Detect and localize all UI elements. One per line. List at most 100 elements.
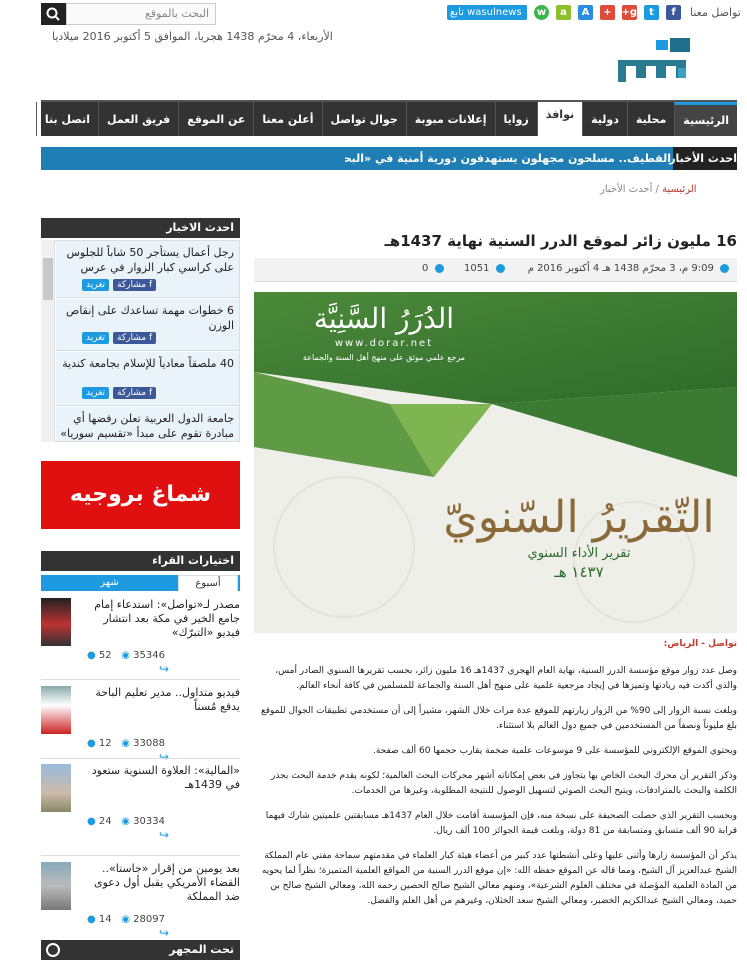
pick-views: 33088: [133, 738, 165, 749]
breaking-news-ticker[interactable]: القطيف.. مسلحون مجهلون يستهدفون دورية أم…: [345, 147, 671, 170]
search-icon: [46, 7, 60, 21]
share-buttons: f مشاركة تغريد: [82, 279, 157, 291]
nav-team[interactable]: فريق العمل: [98, 102, 178, 136]
current-date: الأربعاء، 4 محرّم 1438 هجريا، الموافق 5 …: [52, 30, 333, 43]
twitter-follow-button[interactable]: تابع wasulnews: [447, 5, 527, 20]
android-icon[interactable]: a: [556, 5, 571, 20]
pick-thumbnail[interactable]: [41, 686, 71, 734]
search-button[interactable]: [41, 3, 66, 25]
nav-home[interactable]: الرئيسية: [674, 102, 737, 136]
pick-stats: 30334 ◉ 24 ●: [87, 816, 165, 827]
list-item[interactable]: 40 ملصقاً معادياً للإسلام بجامعة كندية f…: [56, 352, 239, 406]
nav-about[interactable]: عن الموقع: [178, 102, 253, 136]
hero-brand-name: الدُرَرُ السَّنِيَّة: [313, 302, 455, 335]
app-store-icon[interactable]: A: [578, 5, 593, 20]
share-icon[interactable]: ↪: [159, 662, 169, 676]
tweet-button[interactable]: تغريد: [82, 279, 110, 291]
article-views: 1051: [464, 263, 505, 274]
divider: [41, 758, 240, 759]
target-icon: [46, 943, 60, 957]
nav-contact[interactable]: اتصل بنا: [35, 102, 98, 136]
share-buttons: f مشاركة تغريد: [82, 387, 157, 399]
tab-month[interactable]: شهر: [41, 575, 178, 591]
share-icon[interactable]: ↪: [159, 828, 169, 842]
breaking-news-label: احدث الأخبار: [669, 147, 737, 170]
latest-news-title[interactable]: جامعة الدول العربية تعلن رفضها أي مبادرة…: [60, 411, 234, 441]
list-item[interactable]: مصدر لـ«تواصل»: استدعاء إمام جامع الخير …: [41, 598, 240, 676]
article-meta: 9:09 م، 3 محرّم 1438 هـ 4 أكتوبر 2016 م …: [254, 258, 737, 282]
breadcrumb-separator: /: [655, 184, 659, 195]
nav-windows[interactable]: نوافذ: [536, 102, 583, 136]
latest-news-heading: احدث الاخبار: [41, 218, 240, 238]
article-date: 3 محرّم 1438 هـ 4 أكتوبر 2016 م: [527, 263, 676, 274]
list-item[interactable]: رجل أعمال يستأجر 50 شاباً للجلوس على كرا…: [56, 241, 239, 298]
tab-week[interactable]: أسبوع: [178, 575, 238, 591]
pick-thumbnail[interactable]: [41, 862, 71, 910]
reader-picks-heading: اختيارات القراء: [41, 551, 240, 571]
facebook-share-button[interactable]: f مشاركة: [113, 387, 157, 399]
twitter-icon[interactable]: t: [644, 5, 659, 20]
pick-thumbnail[interactable]: [41, 598, 71, 646]
comment-icon: [434, 263, 444, 273]
pick-title[interactable]: بعد يومين من إقرار «جاستا».. القضاء الأم…: [80, 862, 240, 904]
scrollbar-thumb[interactable]: [43, 258, 53, 300]
article-paragraph: يذكر أن المؤسسة زارها وأثنى عليها وعلى أ…: [261, 851, 737, 906]
site-logo[interactable]: [612, 36, 694, 88]
article-paragraph: ويحتوي الموقع الإلكتروني للمؤسسة على 9 م…: [372, 746, 737, 756]
list-item[interactable]: جامعة الدول العربية تعلن رفضها أي مبادرة…: [56, 407, 239, 441]
latest-news-title[interactable]: 40 ملصقاً معادياً للإسلام بجامعة كندية: [60, 356, 234, 386]
breadcrumb-home[interactable]: الرئيسية: [662, 184, 696, 195]
tweet-button[interactable]: تغريد: [82, 387, 110, 399]
nav-advertise[interactable]: أعلن معنا: [253, 102, 321, 136]
article-comments-count: 0: [422, 263, 429, 274]
article-comments: 0: [422, 263, 444, 274]
pick-title[interactable]: فيديو متداول.. مدير تعليم الباحة يدفع مُ…: [80, 686, 240, 728]
twitter-handle: wasulnews: [467, 7, 522, 18]
hero-brand: الدُرَرُ السَّنِيَّة www.dorar.net مرجع …: [289, 300, 479, 362]
divider: [41, 855, 240, 856]
latest-news-title[interactable]: رجل أعمال يستأجر 50 شاباً للجلوس على كرا…: [60, 245, 235, 275]
facebook-icon[interactable]: f: [666, 5, 681, 20]
article-title: 16 مليون زائر لموقع الدرر السنية نهاية 1…: [384, 232, 737, 250]
search-input[interactable]: البحث بالموقع: [66, 3, 216, 25]
article-views-count: 1051: [464, 263, 490, 274]
comment-icon: ●: [87, 650, 96, 661]
list-item[interactable]: «المالية»: العلاوة السنوية ستعود في 1439…: [41, 764, 240, 842]
article-source: تواصل - الرياض:: [663, 639, 737, 649]
pick-stats: 28097 ◉ 14 ●: [87, 914, 165, 925]
share-icon[interactable]: ↪: [159, 750, 169, 764]
eye-icon: ◉: [121, 914, 130, 925]
nav-classifieds[interactable]: إعلانات مبوبة: [405, 102, 495, 136]
pick-comments: 12: [98, 738, 112, 749]
facebook-share-button[interactable]: f مشاركة: [113, 332, 157, 344]
googleplus-share-icon[interactable]: +: [600, 5, 615, 20]
nav-columns[interactable]: زوايا: [494, 102, 537, 136]
hero-report-year: ١٤٣٧ هـ: [554, 563, 604, 581]
pick-title[interactable]: «المالية»: العلاوة السنوية ستعود في 1439…: [80, 764, 240, 806]
hero-brand-tagline: مرجع علمي موثق على منهج أهل السنة والجما…: [302, 353, 466, 362]
article-paragraph: وبلغت نسبة الزوار إلى 90% من الزوار زيار…: [260, 706, 737, 731]
article-paragraph: وذكر التقرير أن محرك البحث الخاص بها يتج…: [271, 771, 737, 796]
article-datetime: 9:09 م، 3 محرّم 1438 هـ 4 أكتوبر 2016 م: [528, 263, 729, 274]
pick-thumbnail[interactable]: [41, 764, 71, 812]
ad-text: شماغ بروجيه: [69, 482, 212, 507]
clock-icon: [720, 263, 729, 273]
comment-icon: ●: [87, 914, 96, 925]
whatsapp-icon[interactable]: w: [534, 5, 549, 20]
breadcrumb-current[interactable]: أحدث الأخبار: [600, 184, 652, 195]
tweet-button[interactable]: تغريد: [82, 332, 110, 344]
article-paragraph: وبحسب التقرير الذي حصلت الصحيفة على نسخة…: [265, 811, 737, 836]
pick-title[interactable]: مصدر لـ«تواصل»: استدعاء إمام جامع الخير …: [80, 598, 240, 640]
share-icon[interactable]: ↪: [159, 926, 169, 940]
google-plus-icon[interactable]: g+: [621, 5, 637, 20]
latest-news-title[interactable]: 6 خطوات مهمة تساعدك على إنقاص الوزن: [60, 303, 234, 333]
list-item[interactable]: فيديو متداول.. مدير تعليم الباحة يدفع مُ…: [41, 686, 240, 764]
nav-mobile[interactable]: جوال تواصل: [321, 102, 406, 136]
facebook-share-button[interactable]: f مشاركة: [113, 279, 157, 291]
list-item[interactable]: بعد يومين من إقرار «جاستا».. القضاء الأم…: [41, 862, 240, 940]
nav-local[interactable]: محلية: [626, 102, 674, 136]
advertisement-banner[interactable]: شماغ بروجيه: [41, 461, 240, 529]
hero-brand-url: www.dorar.net: [334, 338, 434, 349]
nav-international[interactable]: دولية: [582, 102, 627, 136]
list-item[interactable]: 6 خطوات مهمة تساعدك على إنقاص الوزن f مش…: [56, 299, 239, 351]
